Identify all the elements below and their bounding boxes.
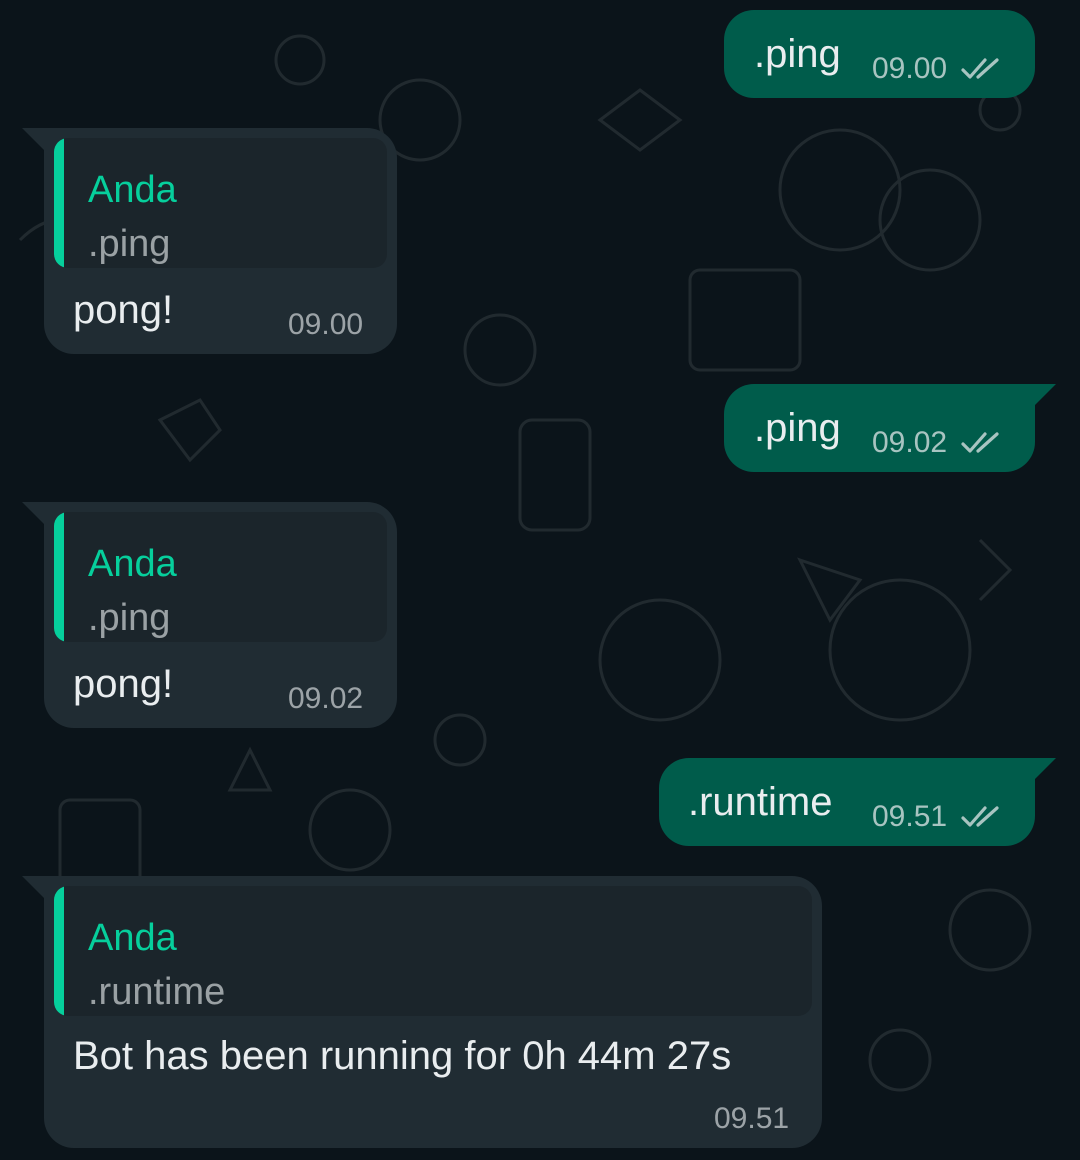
double-check-icon	[961, 56, 1003, 82]
message-text: Bot has been running for 0h 44m 27s	[73, 1034, 732, 1078]
double-check-icon	[961, 804, 1003, 830]
quoted-text: .ping	[88, 597, 171, 639]
message-meta: 09.02	[872, 426, 1003, 460]
message-time: 09.51	[714, 1102, 790, 1135]
quoted-message[interactable]: Anda .ping	[54, 138, 387, 268]
message-text: .runtime	[688, 780, 833, 824]
message-meta: 09.02	[288, 682, 363, 716]
outgoing-message[interactable]: .ping 09.02	[724, 384, 1035, 472]
message-time: 09.00	[288, 308, 364, 341]
quoted-author: Anda	[88, 543, 177, 585]
quote-accent-bar	[54, 138, 64, 268]
message-meta: 09.51	[714, 1102, 789, 1136]
message-time: 09.02	[288, 682, 364, 715]
quoted-message[interactable]: Anda .ping	[54, 512, 387, 642]
message-meta: 09.00	[872, 52, 1003, 86]
bubble-tail	[1030, 384, 1056, 410]
outgoing-message[interactable]: .runtime 09.51	[659, 758, 1035, 846]
message-time: 09.00	[872, 52, 948, 85]
message-text: pong!	[73, 662, 174, 706]
message-text: .ping	[754, 406, 841, 450]
quoted-message[interactable]: Anda .runtime	[54, 886, 812, 1016]
quoted-text: .runtime	[88, 971, 226, 1013]
quoted-author: Anda	[88, 917, 177, 959]
incoming-message[interactable]: Anda .ping pong! 09.02	[44, 502, 397, 728]
incoming-message[interactable]: Anda .ping pong! 09.00	[44, 128, 397, 354]
message-text: .ping	[754, 32, 841, 76]
quoted-text: .ping	[88, 223, 171, 265]
quote-accent-bar	[54, 886, 64, 1016]
message-meta: 09.51	[872, 800, 1003, 834]
double-check-icon	[961, 430, 1003, 456]
incoming-message[interactable]: Anda .runtime Bot has been running for 0…	[44, 876, 822, 1148]
message-time: 09.51	[872, 800, 948, 833]
bubble-tail	[1030, 758, 1056, 784]
message-time: 09.02	[872, 426, 948, 459]
quote-accent-bar	[54, 512, 64, 642]
message-text: pong!	[73, 288, 174, 332]
message-meta: 09.00	[288, 308, 363, 342]
outgoing-message[interactable]: .ping 09.00	[724, 10, 1035, 98]
quoted-author: Anda	[88, 169, 177, 211]
